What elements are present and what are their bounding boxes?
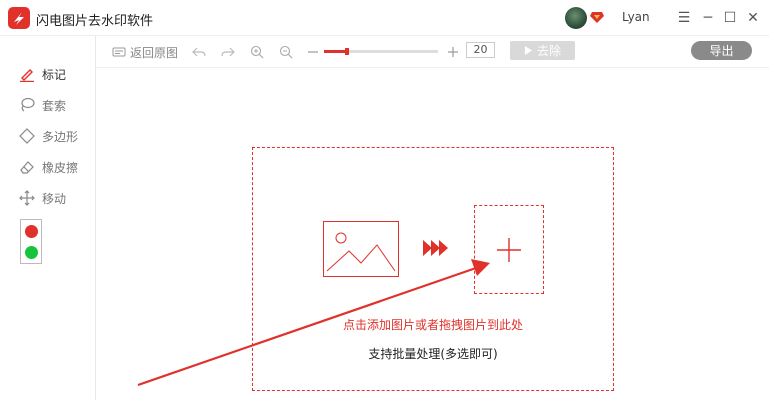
zoom-in-button[interactable] <box>250 43 264 61</box>
image-placeholder-icon <box>323 221 399 277</box>
color-green-swatch[interactable] <box>25 246 38 259</box>
tool-label: 套索 <box>42 98 67 113</box>
restore-icon <box>112 47 126 57</box>
redo-button[interactable] <box>221 43 235 61</box>
restore-original-button[interactable]: 返回原图 <box>112 43 178 61</box>
remove-label: 去除 <box>536 44 561 58</box>
user-name[interactable]: Lyan <box>622 10 650 24</box>
vip-diamond-icon[interactable] <box>590 11 604 24</box>
tool-eraser[interactable]: 橡皮擦 <box>18 157 78 177</box>
minimize-button[interactable]: ─ <box>698 8 718 28</box>
user-avatar[interactable] <box>565 7 587 29</box>
play-icon <box>524 46 533 55</box>
plus-icon <box>448 47 458 57</box>
batch-hint-text: 支持批量处理(多选即可) <box>368 347 498 361</box>
tool-sidebar: 标记 套索 多边形 橡皮擦 移动 <box>0 36 96 400</box>
app-title: 闪电图片去水印软件 <box>36 14 154 29</box>
zoom-out-icon <box>279 45 293 59</box>
move-icon <box>18 189 36 207</box>
tool-label: 橡皮擦 <box>42 160 79 175</box>
add-image-button[interactable] <box>474 205 544 294</box>
color-picker <box>20 219 42 264</box>
undo-icon <box>192 47 206 57</box>
slider-plus-button[interactable] <box>446 43 460 61</box>
add-plus-icon <box>497 238 521 262</box>
close-button[interactable]: ✕ <box>743 8 763 28</box>
slider-minus-button[interactable] <box>306 43 320 61</box>
tool-lasso[interactable]: 套索 <box>18 95 66 115</box>
polygon-icon <box>18 127 36 145</box>
app-logo-icon <box>8 7 30 29</box>
remove-watermark-button[interactable]: 去除 <box>510 41 575 60</box>
brush-size-value[interactable]: 20 <box>466 42 495 58</box>
eraser-icon <box>18 158 36 176</box>
tool-polygon[interactable]: 多边形 <box>18 126 78 146</box>
lasso-icon <box>18 96 36 114</box>
tool-label: 标记 <box>42 67 67 82</box>
drop-hint-text: 点击添加图片或者拖拽图片到此处 <box>342 318 523 332</box>
tool-mark[interactable]: 标记 <box>18 64 66 84</box>
undo-button[interactable] <box>192 43 206 61</box>
zoom-in-icon <box>250 45 264 59</box>
title-bar: 闪电图片去水印软件 Lyan ☰ ─ ☐ ✕ <box>0 0 769 36</box>
redo-icon <box>221 47 235 57</box>
tool-move[interactable]: 移动 <box>18 188 66 208</box>
menu-button[interactable]: ☰ <box>674 8 694 28</box>
slider-thumb[interactable] <box>345 48 349 55</box>
pen-icon <box>18 65 36 83</box>
color-red-swatch[interactable] <box>25 225 38 238</box>
image-drop-zone[interactable]: 点击添加图片或者拖拽图片到此处 支持批量处理(多选即可) <box>252 147 614 391</box>
brush-size-slider[interactable] <box>324 48 438 55</box>
slider-fill <box>324 50 347 53</box>
toolbar: 返回原图 20 去除 导出 <box>96 36 769 68</box>
zoom-out-button[interactable] <box>279 43 293 61</box>
forward-arrows-icon <box>423 240 448 256</box>
export-button[interactable]: 导出 <box>691 41 752 60</box>
tool-label: 多边形 <box>42 129 79 144</box>
tool-label: 移动 <box>42 191 67 206</box>
minus-icon <box>308 51 318 53</box>
restore-label: 返回原图 <box>130 45 179 60</box>
maximize-button[interactable]: ☐ <box>720 8 740 28</box>
